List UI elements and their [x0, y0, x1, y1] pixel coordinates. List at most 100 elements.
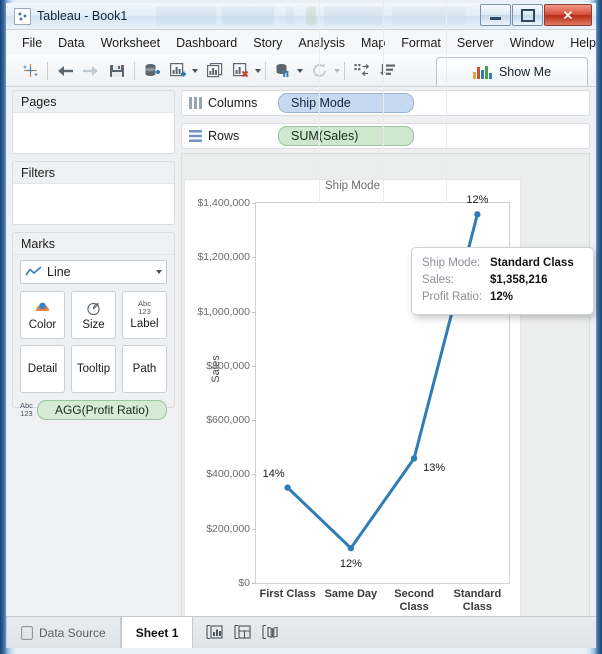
marks-size-label: Size — [82, 319, 104, 331]
marks-color-button[interactable]: Color — [20, 291, 65, 339]
arrow-right-icon — [82, 64, 100, 78]
chart-data-point[interactable] — [474, 211, 480, 217]
new-worksheet-dropdown-icon[interactable] — [192, 69, 198, 73]
marks-label-button[interactable]: Abc123 Label — [122, 291, 167, 339]
marks-card: Marks Line — [12, 232, 175, 408]
toolbar: Show Me — [6, 55, 596, 87]
tableau-window: Tableau - Book1 ✕ File Data Worksheet Da… — [0, 0, 602, 654]
menu-bar: File Data Worksheet Dashboard Story Anal… — [6, 30, 596, 55]
close-button[interactable]: ✕ — [544, 4, 592, 26]
marks-tooltip-button[interactable]: Tooltip — [71, 345, 116, 393]
forward-button[interactable] — [78, 58, 104, 84]
tooltip-row: Profit Ratio: 12% — [422, 289, 583, 306]
new-story-icon[interactable] — [261, 624, 279, 641]
sort-descending-button[interactable] — [375, 58, 401, 84]
database-plus-icon — [144, 63, 161, 79]
rows-grid-icon — [189, 130, 202, 142]
chart-duplicate-icon — [207, 63, 223, 78]
rows-shelf-label: Rows — [208, 129, 276, 143]
menu-item-format[interactable]: Format — [393, 33, 449, 53]
menu-item-file[interactable]: File — [14, 33, 50, 53]
tableau-logo-button[interactable] — [17, 58, 43, 84]
chevron-down-icon[interactable] — [156, 270, 162, 274]
menu-item-server[interactable]: Server — [449, 33, 502, 53]
tooltip-key: Ship Mode: — [422, 255, 490, 272]
columns-shelf[interactable]: Columns Ship Mode — [181, 90, 590, 116]
show-me-button[interactable]: Show Me — [436, 57, 588, 86]
menu-item-story[interactable]: Story — [245, 33, 290, 53]
save-button[interactable] — [104, 58, 130, 84]
data-source-tab-label: Data Source — [39, 626, 106, 640]
show-me-bars-icon — [473, 66, 492, 79]
toolbar-divider — [265, 62, 266, 80]
filters-card[interactable]: Filters — [12, 161, 175, 225]
window-controls: ✕ — [480, 4, 592, 26]
marks-detail-button[interactable]: Detail — [20, 345, 65, 393]
refresh-dropdown-icon[interactable] — [334, 69, 340, 73]
x-axis-tick-label[interactable]: Same Day — [319, 588, 382, 601]
new-worksheet-button[interactable] — [165, 58, 191, 84]
minimize-button[interactable] — [480, 4, 511, 26]
abc123-icon: Abc123 — [138, 300, 151, 316]
columns-shelf-label: Columns — [208, 96, 276, 110]
marks-path-button[interactable]: Path — [122, 345, 167, 393]
menu-item-worksheet[interactable]: Worksheet — [93, 33, 169, 53]
marks-buttons-grid: Color Size Abc123 Label — [20, 291, 167, 393]
mark-type-dropdown[interactable]: Line — [20, 260, 167, 284]
x-axis-tick-label[interactable]: Standard Class — [446, 588, 509, 614]
rows-shelf[interactable]: Rows SUM(Sales) — [181, 123, 590, 149]
sheet-create-icons — [193, 617, 291, 648]
status-bar: Data Source Sheet 1 — [6, 616, 596, 648]
data-point-label: 13% — [423, 462, 445, 474]
menu-item-help[interactable]: Help — [562, 33, 602, 53]
menu-item-dashboard[interactable]: Dashboard — [168, 33, 245, 53]
back-button[interactable] — [52, 58, 78, 84]
y-axis-tick-label: $1,400,000 — [197, 197, 256, 209]
x-axis-tick-label[interactable]: First Class — [256, 588, 319, 601]
pause-auto-update-button[interactable] — [270, 58, 296, 84]
chart-title: Ship Mode — [184, 180, 521, 192]
menu-item-map[interactable]: Map — [353, 33, 393, 53]
data-source-icon — [21, 626, 33, 640]
left-panel: Pages Filters Marks Line — [12, 90, 175, 631]
columns-field-pill[interactable]: Ship Mode — [278, 93, 414, 113]
new-worksheet-icon[interactable] — [205, 624, 223, 641]
view-pane: Ship Mode Sales $0$200,000$400,000$600,0… — [181, 153, 590, 631]
pages-card[interactable]: Pages — [12, 90, 175, 154]
clear-sheet-button[interactable] — [228, 58, 254, 84]
chart-data-point[interactable] — [411, 455, 417, 461]
sheet-tab-sheet1[interactable]: Sheet 1 — [121, 617, 194, 648]
rows-field-pill[interactable]: SUM(Sales) — [278, 126, 414, 146]
x-axis-separator — [319, 0, 320, 203]
swap-rows-columns-button[interactable] — [349, 58, 375, 84]
title-bar: Tableau - Book1 ✕ — [6, 3, 596, 29]
chart-data-point[interactable] — [284, 484, 290, 490]
background-window-ghost — [156, 7, 466, 25]
tooltip-value: 12% — [490, 289, 513, 306]
data-source-tab[interactable]: Data Source — [6, 617, 121, 648]
maximize-button[interactable] — [512, 4, 543, 26]
marks-card-body: Line Color — [13, 255, 174, 427]
new-dashboard-icon[interactable] — [233, 624, 251, 641]
abc123-icon: Abc123 — [20, 402, 33, 418]
columns-grid-icon — [189, 97, 202, 109]
close-icon: ✕ — [563, 9, 574, 22]
y-axis-tick-label: $200,000 — [206, 523, 256, 535]
tooltip-row: Ship Mode: Standard Class — [422, 255, 583, 272]
menu-item-analysis[interactable]: Analysis — [290, 33, 353, 53]
mark-type-label: Line — [47, 265, 150, 279]
x-axis-tick-label[interactable]: Second Class — [383, 588, 446, 614]
marks-size-button[interactable]: Size — [71, 291, 116, 339]
chart-data-point[interactable] — [348, 545, 354, 551]
menu-item-window[interactable]: Window — [502, 33, 562, 53]
y-axis-tick-mark — [252, 583, 256, 584]
tooltip-key: Profit Ratio: — [422, 289, 490, 306]
pause-dropdown-icon[interactable] — [297, 69, 303, 73]
menu-item-data[interactable]: Data — [50, 33, 92, 53]
y-axis-tick-label: $400,000 — [206, 468, 256, 480]
clear-sheet-dropdown-icon[interactable] — [255, 69, 261, 73]
y-axis-tick-label: $800,000 — [206, 360, 256, 372]
new-data-source-button[interactable] — [139, 58, 165, 84]
duplicate-sheet-button[interactable] — [202, 58, 228, 84]
marks-field-pill[interactable]: AGG(Profit Ratio) — [37, 400, 167, 420]
